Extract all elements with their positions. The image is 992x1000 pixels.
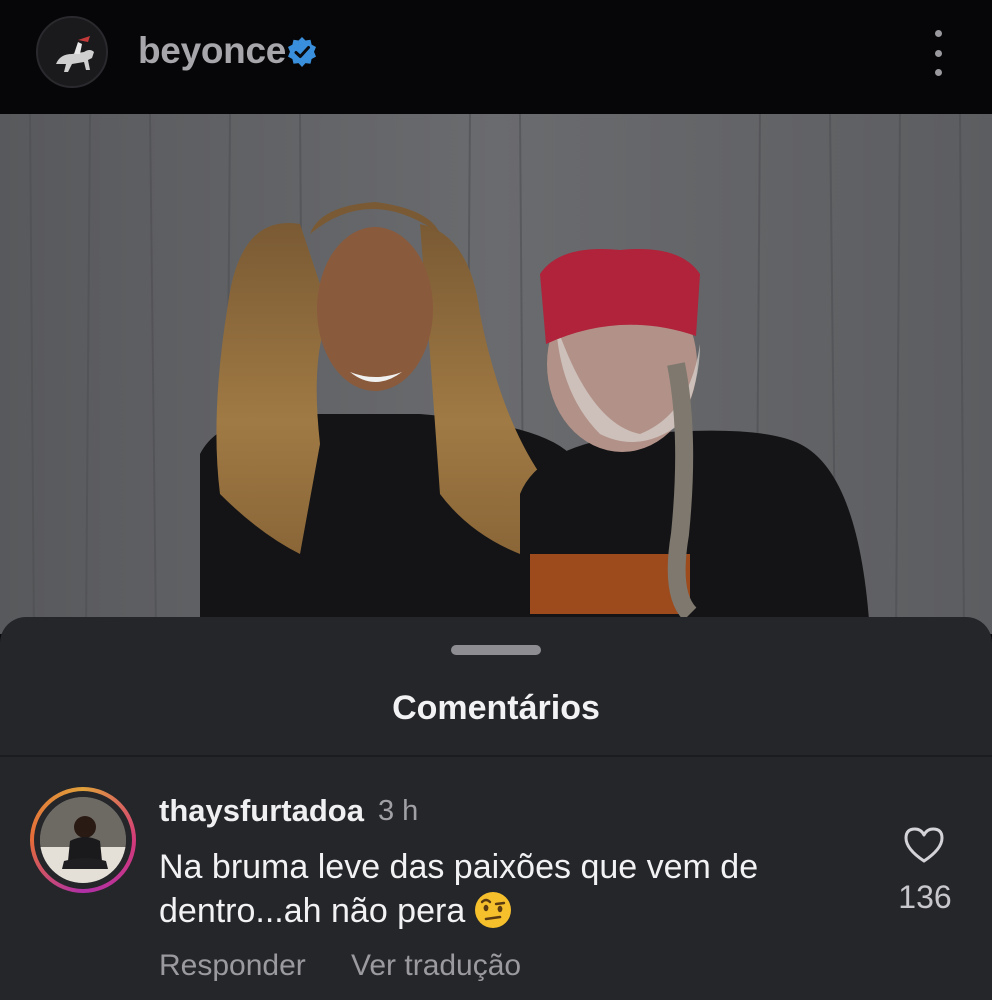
raised-eyebrow-emoji-icon bbox=[475, 892, 512, 928]
profile-username[interactable]: beyonce bbox=[138, 30, 286, 72]
post-photo[interactable] bbox=[0, 114, 992, 634]
comment-avatar[interactable] bbox=[30, 787, 136, 893]
like-count: 136 bbox=[898, 879, 952, 915]
comments-sheet: Comentários thaysfurtadoa 3 h Na bruma l… bbox=[0, 617, 992, 1000]
sheet-drag-handle[interactable] bbox=[451, 645, 541, 655]
post-header: beyonce bbox=[0, 0, 992, 114]
more-options-icon[interactable] bbox=[922, 30, 954, 76]
translate-button[interactable]: Ver tradução bbox=[351, 949, 521, 983]
divider bbox=[0, 755, 992, 757]
comment-text: Na bruma leve das paixões que vem de den… bbox=[159, 845, 839, 933]
profile-avatar[interactable] bbox=[36, 16, 108, 88]
comments-title: Comentários bbox=[392, 689, 600, 727]
verified-badge-icon bbox=[288, 37, 316, 67]
heart-icon[interactable] bbox=[902, 825, 946, 865]
comment-timestamp: 3 h bbox=[378, 795, 419, 827]
comment-username[interactable]: thaysfurtadoa bbox=[159, 793, 364, 829]
comment-body: Na bruma leve das paixões que vem de den… bbox=[159, 848, 759, 930]
reply-button[interactable]: Responder bbox=[159, 949, 306, 983]
